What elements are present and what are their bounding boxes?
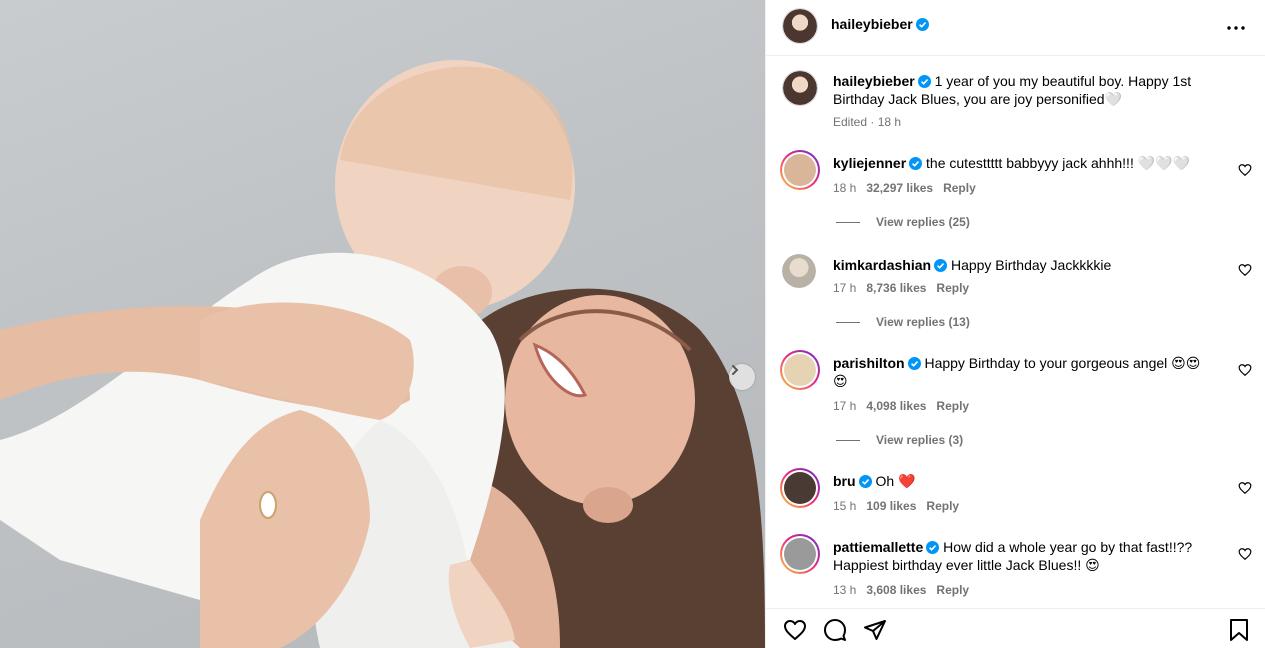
comment-icon [824, 619, 846, 641]
verified-badge-icon [917, 75, 931, 88]
caption-meta: Edited · 18 h [833, 115, 902, 129]
like-button[interactable] [782, 617, 808, 643]
comment-text: pattiemallette How did a whole year go b… [833, 538, 1213, 574]
view-replies-button[interactable]: View replies (25) [836, 215, 970, 229]
comment-likes[interactable]: 109 likes [866, 499, 916, 513]
post-sidebar: haileybieber haileybieber 1 year of you … [765, 0, 1265, 648]
replies-divider [836, 222, 860, 224]
post-photo[interactable] [0, 0, 765, 648]
comment-time: 18 h [833, 181, 857, 195]
comment-meta: 17 h 4,098 likes Reply [833, 399, 969, 413]
comment-meta: 13 h 3,608 likes Reply [833, 583, 969, 597]
comment-meta: 17 h 8,736 likes Reply [833, 281, 969, 295]
verified-badge-icon [907, 357, 921, 370]
more-options-button[interactable] [1224, 16, 1248, 40]
heart-icon [784, 620, 806, 640]
verified-badge-icon [915, 18, 929, 31]
commenter-avatar[interactable] [780, 150, 820, 190]
comment-time: 17 h [833, 281, 857, 295]
comment-text: bru Oh ❤️ [833, 472, 1213, 490]
save-button[interactable] [1226, 617, 1252, 643]
post-actions-bar [766, 608, 1265, 648]
comment-button[interactable] [822, 617, 848, 643]
comment-time: 17 h [833, 399, 857, 413]
view-replies-label: View replies (3) [876, 433, 964, 447]
reply-button[interactable]: Reply [936, 281, 969, 295]
comment-body: the cutesttttt babbyyy jack ahhh!!! 🤍🤍🤍 [926, 155, 1191, 171]
commenter-avatar[interactable] [780, 350, 820, 390]
comment-time: 15 h [833, 499, 857, 513]
comment-likes[interactable]: 8,736 likes [866, 281, 926, 295]
commenter-username[interactable]: kyliejenner [833, 155, 906, 171]
heart-icon[interactable] [1238, 263, 1252, 277]
next-photo-button[interactable] [729, 364, 755, 390]
heart-icon[interactable] [1238, 547, 1252, 561]
heart-icon[interactable] [1238, 163, 1252, 177]
commenter-avatar[interactable] [782, 254, 816, 288]
chevron-right-icon [732, 365, 739, 375]
author-username[interactable]: haileybieber [831, 16, 913, 32]
comment-text: parishilton Happy Birthday to your gorge… [833, 354, 1213, 390]
view-replies-button[interactable]: View replies (3) [836, 433, 963, 447]
instagram-post-view: haileybieber haileybieber 1 year of you … [0, 0, 1265, 648]
caption-avatar[interactable] [782, 70, 818, 106]
commenter-avatar[interactable] [780, 468, 820, 508]
comment-likes[interactable]: 3,608 likes [866, 583, 926, 597]
commenter-username[interactable]: parishilton [833, 355, 905, 371]
heart-icon[interactable] [1238, 363, 1252, 377]
commenter-username[interactable]: kimkardashian [833, 257, 931, 273]
bookmark-icon [1230, 619, 1248, 641]
replies-divider [836, 322, 860, 324]
comment-body: Oh ❤️ [875, 473, 916, 489]
view-replies-label: View replies (13) [876, 315, 970, 329]
commenter-username[interactable]: pattiemallette [833, 539, 923, 555]
comment-meta: 15 h 109 likes Reply [833, 499, 959, 513]
caption-text: haileybieber 1 year of you my beautiful … [833, 72, 1213, 108]
reply-button[interactable]: Reply [943, 181, 976, 195]
author-avatar[interactable] [782, 8, 818, 44]
comment-likes[interactable]: 4,098 likes [866, 399, 926, 413]
caption-username[interactable]: haileybieber [833, 73, 915, 89]
share-button[interactable] [862, 617, 888, 643]
share-icon [864, 620, 886, 640]
verified-badge-icon [934, 259, 948, 272]
verified-badge-icon [926, 541, 940, 554]
reply-button[interactable]: Reply [936, 399, 969, 413]
view-replies-button[interactable]: View replies (13) [836, 315, 970, 329]
commenter-username[interactable]: bru [833, 473, 856, 489]
heart-icon[interactable] [1238, 481, 1252, 495]
replies-divider [836, 440, 860, 442]
comment-likes[interactable]: 32,297 likes [866, 181, 933, 195]
comment-text: kimkardashian Happy Birthday Jackkkkie [833, 256, 1213, 274]
verified-badge-icon [909, 157, 923, 170]
commenter-avatar[interactable] [780, 534, 820, 574]
comment-text: kyliejenner the cutesttttt babbyyy jack … [833, 154, 1213, 172]
more-options-icon [1227, 26, 1245, 30]
reply-button[interactable]: Reply [926, 499, 959, 513]
post-header: haileybieber [766, 0, 1265, 56]
view-replies-label: View replies (25) [876, 215, 970, 229]
photo-illustration [0, 60, 765, 648]
reply-button[interactable]: Reply [936, 583, 969, 597]
comment-meta: 18 h 32,297 likes Reply [833, 181, 976, 195]
author-info: haileybieber [831, 16, 929, 32]
comment-time: 13 h [833, 583, 857, 597]
verified-badge-icon [858, 475, 872, 488]
comment-body: Happy Birthday Jackkkkie [950, 257, 1112, 273]
